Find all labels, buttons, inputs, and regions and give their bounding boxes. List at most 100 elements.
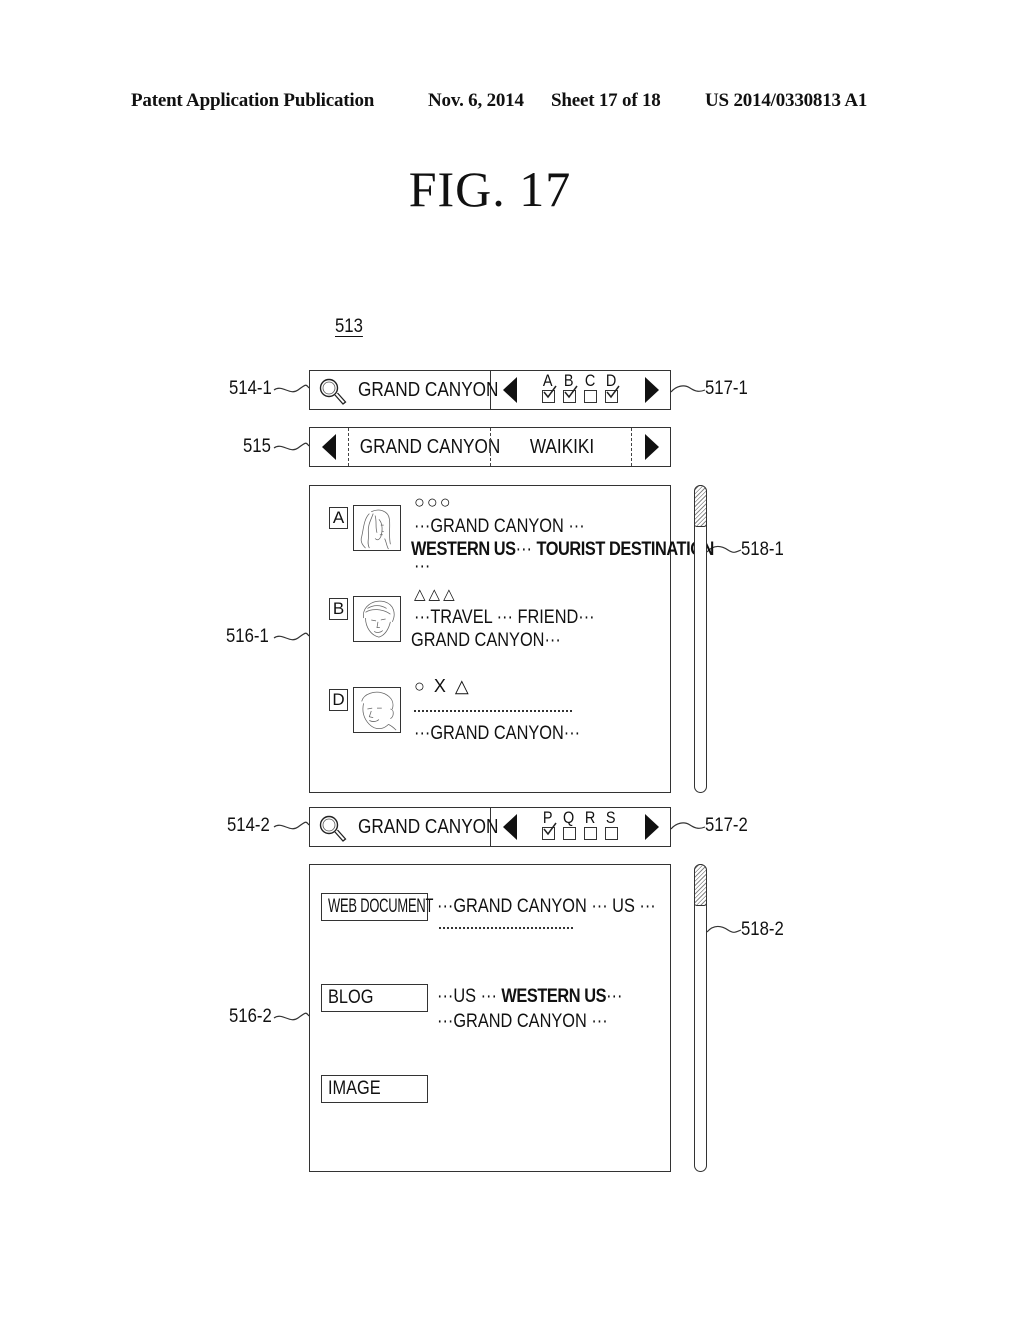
tab-divider bbox=[631, 428, 632, 466]
next-arrow-icon[interactable] bbox=[645, 814, 659, 840]
person-portrait-icon bbox=[363, 600, 395, 638]
tab-grand-canyon[interactable]: GRAND CANYON bbox=[360, 436, 500, 459]
search-bar-1: GRAND CANYON A B C D bbox=[309, 370, 671, 410]
filter-selector-1: A B C D bbox=[491, 371, 671, 409]
leader-515 bbox=[273, 442, 310, 451]
filter-a[interactable]: A bbox=[539, 372, 557, 403]
filter-letter: C bbox=[584, 371, 596, 390]
ref-label-517-2: 517-2 bbox=[705, 815, 748, 836]
keyword-tab-strip: GRAND CANYON WAIKIKI bbox=[309, 427, 671, 467]
checkbox-unchecked[interactable] bbox=[604, 827, 618, 840]
search-query-1[interactable]: GRAND CANYON bbox=[358, 379, 498, 402]
checkbox-unchecked[interactable] bbox=[583, 827, 597, 840]
filter-p[interactable]: P bbox=[539, 809, 557, 840]
ref-label-513: 513 bbox=[335, 316, 363, 337]
filter-q[interactable]: Q bbox=[560, 808, 578, 840]
contact-badge-d: D bbox=[329, 689, 348, 711]
search-field-1[interactable]: GRAND CANYON bbox=[310, 371, 498, 409]
snippet-line: ···TRAVEL ··· FRIEND··· bbox=[414, 607, 595, 628]
ref-label-514-1: 514-1 bbox=[229, 378, 272, 399]
result-type-image[interactable]: IMAGE bbox=[321, 1075, 428, 1103]
result-type-blog[interactable]: BLOG bbox=[321, 984, 428, 1012]
search-bar-2: GRAND CANYON P Q R S bbox=[309, 807, 671, 847]
figure-title: FIG. 17 bbox=[408, 161, 572, 217]
highlight-tourist-destination: TOURIST DESTINATION bbox=[536, 539, 715, 560]
results-panel-1: A ○○○ ···GRAND CANYON ··· WESTERN US··· … bbox=[309, 485, 714, 793]
leader-517-1 bbox=[670, 385, 706, 393]
next-arrow-icon[interactable] bbox=[645, 434, 659, 460]
leader-516-1 bbox=[273, 632, 310, 641]
prev-arrow-icon[interactable] bbox=[322, 434, 336, 460]
scrollbar-2[interactable] bbox=[694, 864, 707, 1172]
snippet-line: ···GRAND CANYON ··· US ··· bbox=[437, 896, 656, 917]
results-panel-2: WEB DOCUMENT ···GRAND CANYON ··· US ··· … bbox=[309, 864, 671, 1172]
snippet-text: ··· bbox=[606, 986, 623, 1007]
rating-symbols: ○ X △ bbox=[414, 676, 471, 696]
ref-label-516-2: 516-2 bbox=[229, 1006, 272, 1027]
snippet-placeholder bbox=[414, 710, 572, 712]
highlight-western-us: WESTERN US bbox=[501, 986, 607, 1007]
search-query-2[interactable]: GRAND CANYON bbox=[358, 816, 498, 839]
type-label: IMAGE bbox=[328, 1078, 381, 1099]
next-arrow-icon[interactable] bbox=[645, 377, 659, 403]
checkbox-checked[interactable] bbox=[541, 822, 557, 840]
filter-d[interactable]: D bbox=[602, 372, 620, 403]
filter-checkbox-group-2: P Q R S bbox=[539, 808, 620, 840]
checkbox-unchecked[interactable] bbox=[562, 827, 576, 840]
filter-letter: S bbox=[606, 808, 616, 827]
filter-b[interactable]: B bbox=[560, 372, 578, 403]
person-portrait-icon bbox=[360, 509, 391, 550]
leader-514-2 bbox=[273, 821, 310, 830]
filter-letter: R bbox=[584, 808, 596, 827]
contact-badge-a: A bbox=[329, 507, 348, 529]
person-portrait-icon bbox=[361, 691, 397, 731]
ref-label-515: 515 bbox=[243, 436, 271, 457]
snippet-ellipsis: ··· bbox=[414, 556, 431, 577]
tab-waikiki[interactable]: WAIKIKI bbox=[502, 436, 622, 459]
filter-r[interactable]: R bbox=[581, 808, 599, 840]
snippet-line-bold: WESTERN US··· TOURIST DESTINATION bbox=[411, 539, 714, 561]
filter-c[interactable]: C bbox=[581, 371, 599, 403]
filter-letter: Q bbox=[563, 808, 575, 827]
publication-date: Nov. 6, 2014 bbox=[428, 90, 524, 111]
filter-s[interactable]: S bbox=[602, 808, 620, 840]
type-label: WEB DOCUMENT bbox=[328, 896, 434, 917]
snippet-separator: ··· bbox=[515, 539, 537, 560]
snippet-placeholder bbox=[439, 927, 573, 929]
avatar-d[interactable] bbox=[353, 687, 401, 733]
scrollbar-thumb[interactable] bbox=[694, 485, 707, 527]
prev-arrow-icon[interactable] bbox=[503, 377, 517, 403]
leader-514-1 bbox=[273, 384, 310, 393]
ref-label-514-2: 514-2 bbox=[227, 815, 270, 836]
leader-516-2 bbox=[273, 1012, 310, 1021]
checkbox-unchecked[interactable] bbox=[583, 390, 597, 403]
leader-517-2 bbox=[670, 822, 706, 830]
magnifier-icon[interactable] bbox=[318, 377, 348, 407]
scrollbar-thumb[interactable] bbox=[694, 864, 707, 906]
result-type-web-document[interactable]: WEB DOCUMENT bbox=[321, 893, 433, 921]
checkbox-checked[interactable] bbox=[541, 385, 557, 403]
prev-arrow-icon[interactable] bbox=[503, 814, 517, 840]
filter-selector-2: P Q R S bbox=[491, 808, 671, 846]
snippet-line: ···GRAND CANYON ··· bbox=[437, 1011, 608, 1032]
search-field-2[interactable]: GRAND CANYON bbox=[310, 808, 498, 846]
publication-label: Patent Application Publication bbox=[131, 90, 375, 111]
snippet-line-bold: ···US ··· WESTERN US··· bbox=[437, 986, 622, 1008]
snippet-text: ···US ··· bbox=[437, 986, 502, 1007]
checkbox-checked[interactable] bbox=[562, 385, 578, 403]
ref-label-517-1: 517-1 bbox=[705, 378, 748, 399]
snippet-line: ···GRAND CANYON ··· bbox=[414, 516, 585, 537]
leader-518-2 bbox=[706, 925, 742, 933]
snippet-line: GRAND CANYON··· bbox=[411, 630, 561, 651]
avatar-b[interactable] bbox=[353, 596, 401, 642]
rating-symbols: △△△ bbox=[414, 586, 458, 603]
tab-divider bbox=[348, 428, 349, 466]
ref-label-518-1: 518-1 bbox=[741, 539, 784, 560]
rating-symbols: ○○○ bbox=[414, 492, 453, 512]
magnifier-icon[interactable] bbox=[318, 814, 348, 844]
checkbox-checked[interactable] bbox=[604, 385, 620, 403]
scrollbar-1[interactable] bbox=[694, 485, 707, 793]
tab-divider bbox=[490, 428, 491, 466]
ref-label-516-1: 516-1 bbox=[226, 626, 269, 647]
avatar-a[interactable] bbox=[353, 505, 401, 551]
